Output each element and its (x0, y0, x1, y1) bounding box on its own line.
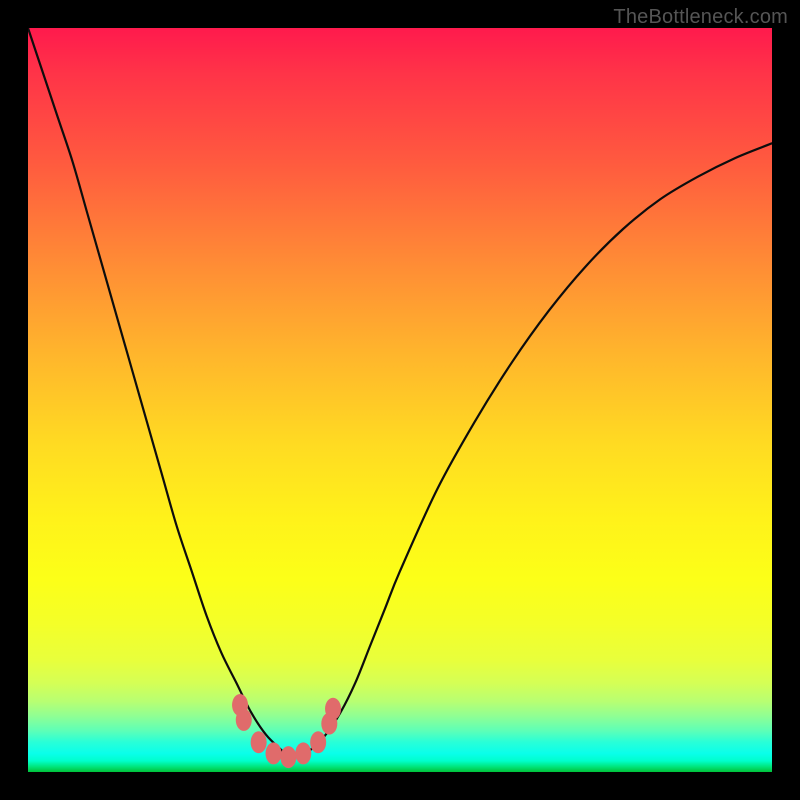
bottleneck-curve (28, 28, 772, 758)
marker (280, 746, 296, 768)
marker (310, 731, 326, 753)
marker (295, 742, 311, 764)
marker (325, 698, 341, 720)
chart-svg (28, 28, 772, 772)
chart-frame: TheBottleneck.com (0, 0, 800, 800)
marker (236, 709, 252, 731)
marker (251, 731, 267, 753)
marker (266, 742, 282, 764)
plot-area (28, 28, 772, 772)
watermark-text: TheBottleneck.com (613, 6, 788, 29)
